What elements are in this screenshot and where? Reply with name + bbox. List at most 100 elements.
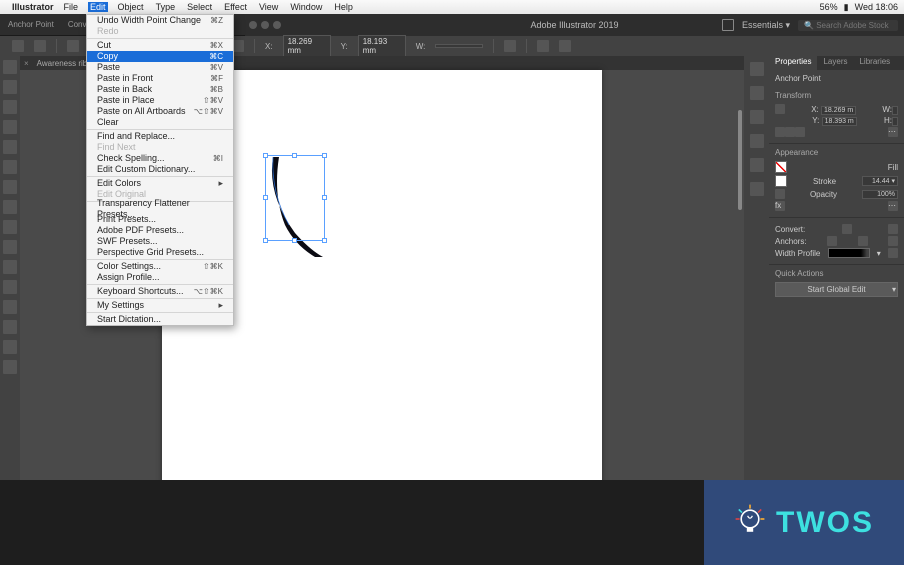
tab-layers[interactable]: Layers: [817, 56, 853, 70]
cut-anchor-icon[interactable]: [888, 236, 898, 246]
menu-paste-artboards[interactable]: Paste on All Artboards⌥⇧⌘V: [87, 106, 233, 117]
menu-copy[interactable]: Copy⌘C: [87, 51, 233, 62]
swatches-panel-icon[interactable]: [750, 86, 764, 100]
menu-undo[interactable]: Undo Width Point Change⌘Z: [87, 15, 233, 26]
selection-bounding-box[interactable]: [265, 155, 325, 241]
window-traffic-lights[interactable]: [249, 21, 281, 29]
app-name[interactable]: Illustrator: [12, 2, 54, 12]
resize-handle[interactable]: [263, 195, 268, 200]
opacity-input[interactable]: 100%: [862, 190, 898, 199]
type-tool-icon[interactable]: [3, 140, 17, 154]
fill-swatch[interactable]: [775, 161, 787, 173]
resize-handle[interactable]: [322, 195, 327, 200]
brush-tool-icon[interactable]: [3, 180, 17, 194]
menu-assign-profile[interactable]: Assign Profile...: [87, 272, 233, 283]
width-profile-dropdown[interactable]: [828, 248, 870, 258]
menu-my-settings[interactable]: My Settings▸: [87, 300, 233, 311]
tab-properties[interactable]: Properties: [769, 56, 817, 70]
window-minimize-icon[interactable]: [261, 21, 269, 29]
rectangle-tool-icon[interactable]: [3, 160, 17, 174]
zoom-tool-icon[interactable]: [3, 340, 17, 354]
direct-select-tool-icon[interactable]: [3, 80, 17, 94]
vertical-scrollbar[interactable]: [738, 110, 742, 210]
menu-cut[interactable]: Cut⌘X: [87, 40, 233, 51]
menu-keyboard-shortcuts[interactable]: Keyboard Shortcuts...⌥⇧⌘K: [87, 286, 233, 297]
x-input[interactable]: 18.269 mm: [283, 35, 331, 57]
convert-corner-icon[interactable]: [842, 224, 852, 234]
align-panel-icon[interactable]: [750, 182, 764, 196]
window-zoom-icon[interactable]: [273, 21, 281, 29]
menu-paste[interactable]: Paste⌘V: [87, 62, 233, 73]
menu-check-spelling[interactable]: Check Spelling...⌘I: [87, 153, 233, 164]
menu-view[interactable]: View: [257, 2, 280, 12]
tab-libraries[interactable]: Libraries: [853, 56, 896, 70]
menu-effect[interactable]: Effect: [222, 2, 249, 12]
flip-profile-icon[interactable]: [888, 248, 898, 258]
more-options-icon[interactable]: ⋯: [888, 201, 898, 211]
menu-help[interactable]: Help: [332, 2, 355, 12]
menu-color-settings[interactable]: Color Settings...⇧⌘K: [87, 261, 233, 272]
menu-swf-presets[interactable]: SWF Presets...: [87, 236, 233, 247]
chevron-down-icon[interactable]: ▾: [892, 285, 896, 294]
rotate-tool-icon[interactable]: [3, 240, 17, 254]
menu-transparency-presets[interactable]: Transparency Flattener Presets...: [87, 203, 233, 214]
prefs-icon[interactable]: [559, 40, 571, 52]
opacity-icon[interactable]: [775, 189, 785, 199]
resize-handle[interactable]: [322, 238, 327, 243]
more-options-icon[interactable]: ⋯: [888, 127, 898, 137]
menu-select[interactable]: Select: [185, 2, 214, 12]
convert-smooth-icon[interactable]: [888, 224, 898, 234]
x-value-input[interactable]: 18.269 m: [821, 106, 856, 115]
fx-icon[interactable]: fx: [775, 201, 785, 211]
symbols-panel-icon[interactable]: [750, 134, 764, 148]
y-input[interactable]: 18.193 mm: [358, 35, 406, 57]
menu-edit-dict[interactable]: Edit Custom Dictionary...: [87, 164, 233, 175]
selection-icon[interactable]: [12, 40, 24, 52]
stroke-swatch[interactable]: [775, 175, 787, 187]
menu-object[interactable]: Object: [116, 2, 146, 12]
selected-object[interactable]: [265, 155, 335, 255]
menu-clear[interactable]: Clear: [87, 117, 233, 128]
fill-swatch-icon[interactable]: [67, 40, 79, 52]
stock-search-input[interactable]: 🔍 Search Adobe Stock: [798, 20, 898, 31]
resize-handle[interactable]: [263, 238, 268, 243]
resize-handle[interactable]: [263, 153, 268, 158]
isolate-icon[interactable]: [504, 40, 516, 52]
scale-tool-icon[interactable]: [3, 260, 17, 274]
stroke-weight-input[interactable]: 14.44 ▾: [862, 176, 898, 186]
menu-file[interactable]: File: [62, 2, 81, 12]
anchor-convert-icon[interactable]: [34, 40, 46, 52]
window-close-icon[interactable]: [249, 21, 257, 29]
workspace-switcher[interactable]: Essentials ▾: [742, 20, 790, 31]
menu-find-replace[interactable]: Find and Replace...: [87, 131, 233, 142]
menu-edit[interactable]: Edit: [88, 2, 108, 12]
resize-handle[interactable]: [292, 153, 297, 158]
w-value-input[interactable]: [892, 106, 898, 115]
fill-stroke-icon[interactable]: [3, 360, 17, 374]
menu-paste-place[interactable]: Paste in Place⇧⌘V: [87, 95, 233, 106]
shaper-tool-icon[interactable]: [3, 200, 17, 214]
menu-type[interactable]: Type: [154, 2, 178, 12]
eraser-tool-icon[interactable]: [3, 220, 17, 234]
flip-vertical-icon[interactable]: [795, 127, 805, 137]
arrange-docs-icon[interactable]: [722, 19, 734, 31]
menu-edit-colors[interactable]: Edit Colors▸: [87, 178, 233, 189]
brushes-panel-icon[interactable]: [750, 110, 764, 124]
transform-again-icon[interactable]: [537, 40, 549, 52]
color-panel-icon[interactable]: [750, 62, 764, 76]
start-global-edit-button[interactable]: Start Global Edit ▾: [775, 282, 898, 297]
menu-paste-front[interactable]: Paste in Front⌘F: [87, 73, 233, 84]
curvature-tool-icon[interactable]: [3, 120, 17, 134]
rotate-icon[interactable]: [775, 127, 785, 137]
chevron-down-icon[interactable]: ▾: [877, 249, 881, 258]
flip-horizontal-icon[interactable]: [785, 127, 795, 137]
menu-window[interactable]: Window: [288, 2, 324, 12]
pen-tool-icon[interactable]: [3, 100, 17, 114]
stroke-panel-icon[interactable]: [750, 158, 764, 172]
menu-perspective-presets[interactable]: Perspective Grid Presets...: [87, 247, 233, 258]
remove-anchor-icon[interactable]: [827, 236, 837, 246]
menu-start-dictation[interactable]: Start Dictation...: [87, 314, 233, 325]
w-input[interactable]: [435, 44, 483, 48]
h-value-input[interactable]: [892, 117, 898, 126]
selection-tool-icon[interactable]: [3, 60, 17, 74]
